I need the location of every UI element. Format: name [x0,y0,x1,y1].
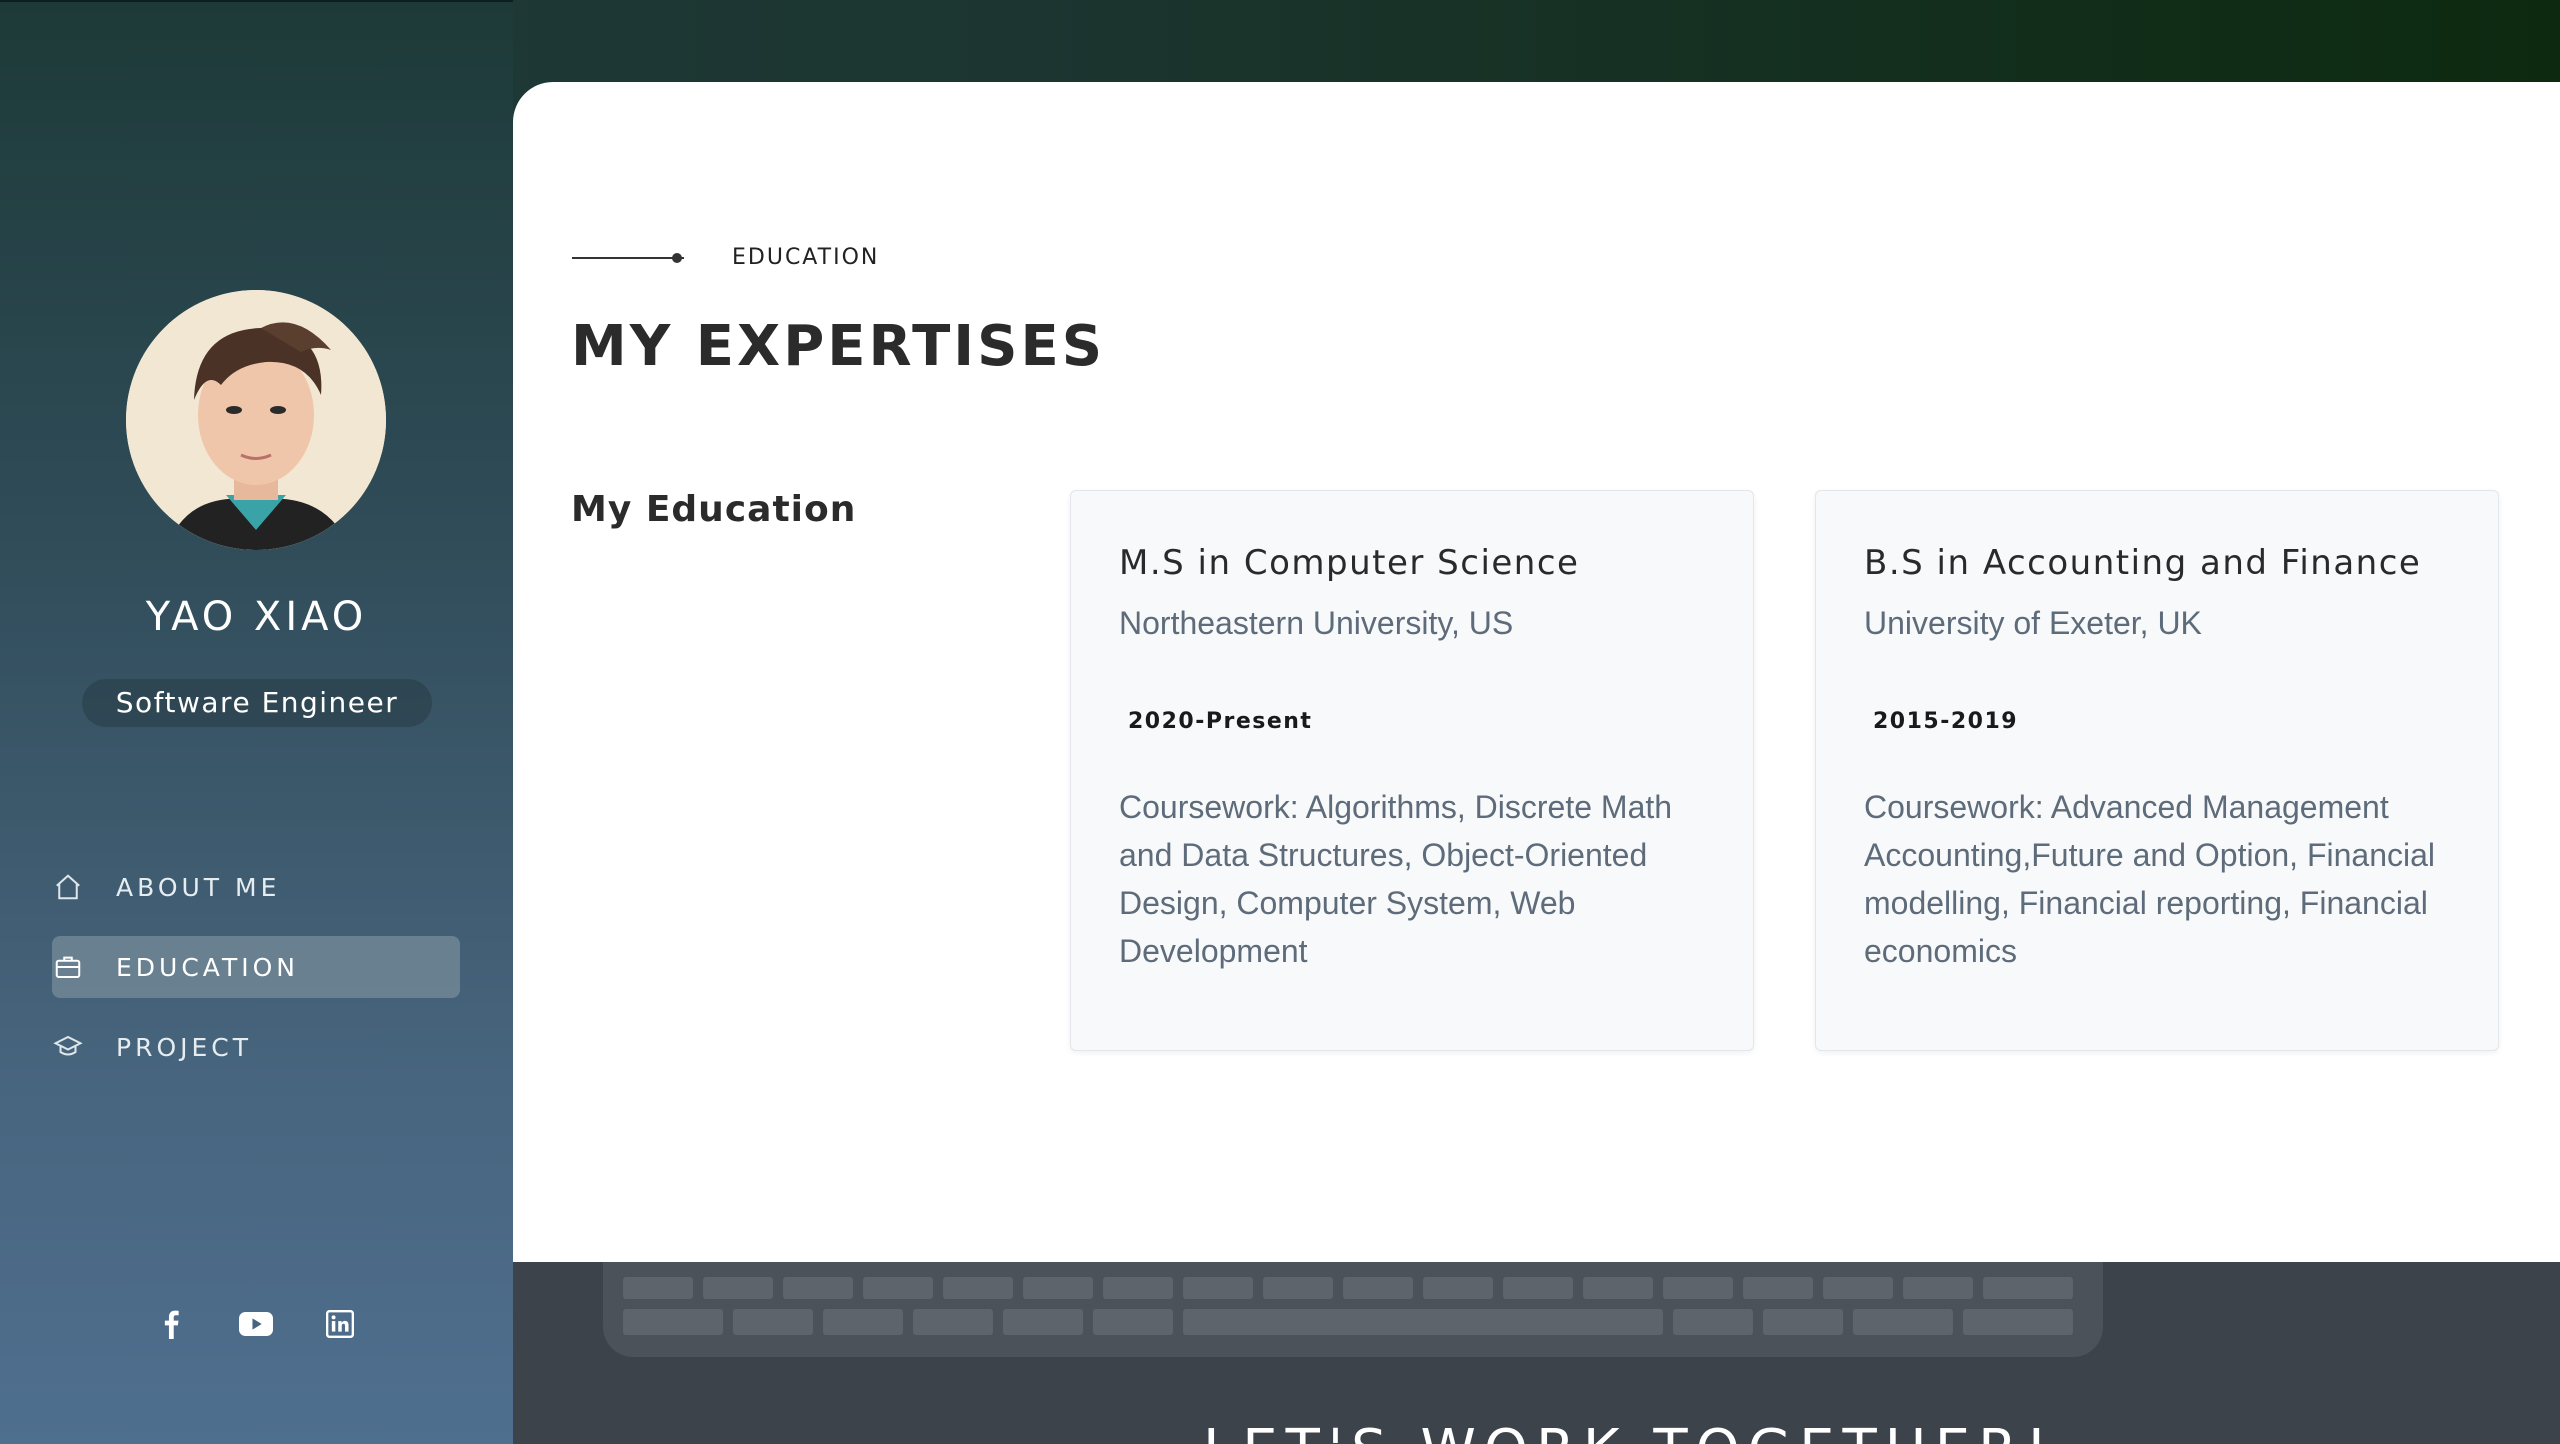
page-title: MY EXPERTISES [571,314,1106,379]
school-name: Northeastern University, US [1119,605,1514,641]
nav-item-education[interactable]: EDUCATION [52,936,460,998]
education-card: M.S in Computer Science Northeastern Uni… [1070,490,1754,1051]
facebook-icon[interactable] [153,1306,189,1342]
briefcase-icon [52,951,84,983]
nav-label: PROJECT [116,1032,253,1062]
home-icon [52,871,84,903]
footer-banner: LET'S WORK TOGETHER! [513,1262,2560,1444]
years-label: 2015-2019 [1873,709,2019,734]
profile-avatar [126,290,386,550]
graduation-cap-icon [52,1031,84,1063]
sidebar: YAO XIAO Software Engineer ABOUT ME EDUC… [0,0,513,1444]
profile-photo [126,290,386,550]
main-panel: EDUCATION MY EXPERTISES My Education M.S… [513,82,2560,1262]
linkedin-icon[interactable] [322,1306,358,1342]
nav-label: EDUCATION [116,952,299,982]
coursework-text: Coursework: Advanced Management Accounti… [1864,789,2435,969]
profile-name: YAO XIAO [145,594,368,640]
section-eyebrow: EDUCATION [732,245,880,270]
years-label: 2020-Present [1128,709,1313,734]
eyebrow-dot [672,253,682,263]
nav-item-about-me[interactable]: ABOUT ME [52,856,460,918]
profile-role-badge: Software Engineer [82,679,432,727]
degree-title: B.S in Accounting and Finance [1864,543,2422,583]
keyboard-background-image [603,1262,2103,1357]
nav-label: ABOUT ME [116,872,281,902]
eyebrow-line [572,257,684,259]
youtube-icon[interactable] [238,1306,274,1342]
nav-item-project[interactable]: PROJECT [52,1016,460,1078]
education-heading: My Education [571,489,857,530]
school-name: University of Exeter, UK [1864,605,2202,641]
footer-heading: LET'S WORK TOGETHER! [1203,1418,2056,1444]
coursework-text: Coursework: Algorithms, Discrete Math an… [1119,789,1673,969]
education-card: B.S in Accounting and Finance University… [1815,490,2499,1051]
degree-title: M.S in Computer Science [1119,543,1580,583]
